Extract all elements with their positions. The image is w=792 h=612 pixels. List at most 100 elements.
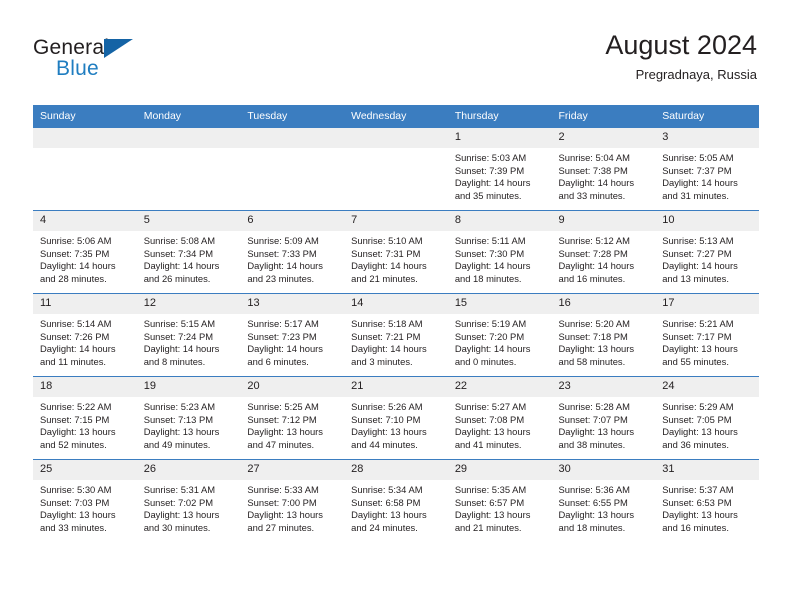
- calendar-day-cell[interactable]: 9 Sunrise: 5:12 AM Sunset: 7:28 PM Daylight…: [551, 210, 656, 294]
- calendar-day-cell[interactable]: 27 Sunrise: 5:33 AM Sunset: 7:00 PM Dayligh…: [240, 459, 345, 542]
- title-block: August 2024 Pregradnaya, Russia: [605, 28, 757, 85]
- calendar-day-cell[interactable]: 4 Sunrise: 5:06 AM Sunset: 7:35 PM Daylight…: [33, 210, 137, 294]
- calendar-day-cell[interactable]: 24 Sunrise: 5:29 AM Sunset: 7:05 PM Dayligh…: [655, 376, 759, 460]
- sunset-text: Sunset: 7:38 PM: [558, 164, 628, 176]
- sunset-text: Sunset: 7:03 PM: [40, 496, 110, 508]
- daylight-text-line2: and 6 minutes.: [247, 355, 309, 367]
- sunrise-text: Sunrise: 5:23 AM: [143, 401, 216, 412]
- sunrise-text: Sunrise: 5:19 AM: [454, 318, 527, 329]
- sunset-text: Sunset: 7:23 PM: [247, 330, 317, 342]
- calendar-day-cell-empty: [136, 127, 241, 211]
- calendar-day-cell[interactable]: 17 Sunrise: 5:21 AM Sunset: 7:17 PM Dayligh…: [655, 293, 759, 377]
- daylight-text-line1: Daylight: 13 hours: [662, 426, 738, 438]
- calendar-day-cell[interactable]: 21 Sunrise: 5:26 AM Sunset: 7:10 PM Dayligh…: [344, 376, 448, 460]
- sunrise-text: Sunrise: 5:27 AM: [454, 401, 527, 412]
- daylight-text-line2: and 27 minutes.: [247, 521, 315, 533]
- daylight-text-line1: Daylight: 14 hours: [247, 260, 323, 272]
- sunset-text: Sunset: 7:21 PM: [351, 330, 421, 342]
- calendar-day-cell[interactable]: 7 Sunrise: 5:10 AM Sunset: 7:31 PM Daylight…: [344, 210, 448, 294]
- day-details: Sunrise: 5:10 AM Sunset: 7:31 PM Daylight:…: [344, 231, 448, 285]
- calendar-day-cell[interactable]: 23 Sunrise: 5:28 AM Sunset: 7:07 PM Dayligh…: [551, 376, 656, 460]
- calendar-day-cell[interactable]: 14 Sunrise: 5:18 AM Sunset: 7:21 PM Dayligh…: [344, 293, 448, 377]
- calendar-week-row: 11 Sunrise: 5:14 AM Sunset: 7:26 PM Dayligh…: [33, 293, 759, 377]
- day-number: [136, 128, 241, 148]
- sunset-text: Sunset: 6:55 PM: [558, 496, 628, 508]
- calendar-day-cell[interactable]: 18 Sunrise: 5:22 AM Sunset: 7:15 PM Dayligh…: [33, 376, 137, 460]
- daylight-text-line2: and 24 minutes.: [351, 521, 418, 533]
- day-number: 6: [240, 211, 345, 231]
- sunrise-text: Sunrise: 5:26 AM: [351, 401, 423, 412]
- weekday-header-monday: Monday: [136, 105, 241, 128]
- day-number: 13: [240, 294, 345, 314]
- day-details: [137, 148, 241, 152]
- daylight-text-line1: Daylight: 14 hours: [351, 260, 427, 272]
- daylight-text-line1: Daylight: 14 hours: [558, 260, 635, 272]
- day-number: 29: [447, 460, 552, 480]
- daylight-text-line1: Daylight: 13 hours: [662, 509, 738, 521]
- sunrise-text: Sunrise: 5:21 AM: [662, 318, 734, 329]
- daylight-text-line1: Daylight: 13 hours: [247, 426, 323, 438]
- day-details: Sunrise: 5:28 AM Sunset: 7:07 PM Daylight:…: [552, 397, 656, 451]
- daylight-text-line2: and 33 minutes.: [40, 521, 107, 533]
- calendar-day-cell[interactable]: 26 Sunrise: 5:31 AM Sunset: 7:02 PM Dayligh…: [136, 459, 241, 542]
- sunrise-text: Sunrise: 5:25 AM: [247, 401, 319, 412]
- daylight-text-line1: Daylight: 13 hours: [143, 426, 220, 438]
- day-details: [240, 148, 344, 152]
- calendar-day-cell[interactable]: 12 Sunrise: 5:15 AM Sunset: 7:24 PM Dayligh…: [136, 293, 241, 377]
- calendar-day-cell[interactable]: 20 Sunrise: 5:25 AM Sunset: 7:12 PM Dayligh…: [240, 376, 345, 460]
- day-details: Sunrise: 5:29 AM Sunset: 7:05 PM Daylight:…: [655, 397, 759, 451]
- calendar-day-cell[interactable]: 30 Sunrise: 5:36 AM Sunset: 6:55 PM Dayligh…: [551, 459, 656, 542]
- calendar-day-cell[interactable]: 15 Sunrise: 5:19 AM Sunset: 7:20 PM Dayligh…: [447, 293, 552, 377]
- calendar-day-cell[interactable]: 5 Sunrise: 5:08 AM Sunset: 7:34 PM Daylight…: [136, 210, 241, 294]
- calendar-day-cell[interactable]: 19 Sunrise: 5:23 AM Sunset: 7:13 PM Dayligh…: [136, 376, 241, 460]
- calendar-day-cell[interactable]: 13 Sunrise: 5:17 AM Sunset: 7:23 PM Dayligh…: [240, 293, 345, 377]
- daylight-text-line1: Daylight: 13 hours: [40, 509, 116, 521]
- day-details: Sunrise: 5:31 AM Sunset: 7:02 PM Daylight:…: [137, 480, 241, 534]
- calendar-day-cell[interactable]: 29 Sunrise: 5:35 AM Sunset: 6:57 PM Dayligh…: [447, 459, 552, 542]
- calendar-day-cell[interactable]: 16 Sunrise: 5:20 AM Sunset: 7:18 PM Dayligh…: [551, 293, 656, 377]
- sunset-text: Sunset: 7:20 PM: [454, 330, 525, 342]
- weekday-header-wednesday: Wednesday: [344, 105, 448, 128]
- day-number: 24: [655, 377, 759, 397]
- daylight-text-line1: Daylight: 13 hours: [40, 426, 116, 438]
- sunset-text: Sunset: 7:15 PM: [40, 413, 110, 425]
- daylight-text-line1: Daylight: 13 hours: [247, 509, 323, 521]
- day-details: Sunrise: 5:21 AM Sunset: 7:17 PM Daylight:…: [655, 314, 759, 368]
- daylight-text-line2: and 28 minutes.: [40, 272, 107, 284]
- sunrise-text: Sunrise: 5:14 AM: [40, 318, 112, 329]
- sunset-text: Sunset: 7:10 PM: [351, 413, 421, 425]
- daylight-text-line1: Daylight: 14 hours: [454, 260, 531, 272]
- daylight-text-line2: and 13 minutes.: [662, 272, 729, 284]
- calendar-day-cell[interactable]: 3 Sunrise: 5:05 AM Sunset: 7:37 PM Daylight…: [655, 127, 759, 211]
- calendar-day-cell[interactable]: 6 Sunrise: 5:09 AM Sunset: 7:33 PM Daylight…: [240, 210, 345, 294]
- calendar-day-cell[interactable]: 10 Sunrise: 5:13 AM Sunset: 7:27 PM Dayligh…: [655, 210, 759, 294]
- daylight-text-line2: and 26 minutes.: [143, 272, 211, 284]
- calendar-day-cell[interactable]: 25 Sunrise: 5:30 AM Sunset: 7:03 PM Dayligh…: [33, 459, 137, 542]
- calendar-week-row: 25 Sunrise: 5:30 AM Sunset: 7:03 PM Dayligh…: [33, 459, 759, 542]
- day-number: 20: [240, 377, 345, 397]
- calendar-day-cell[interactable]: 22 Sunrise: 5:27 AM Sunset: 7:08 PM Dayligh…: [447, 376, 552, 460]
- sunrise-text: Sunrise: 5:13 AM: [662, 235, 734, 246]
- sunrise-text: Sunrise: 5:15 AM: [143, 318, 216, 329]
- daylight-text-line1: Daylight: 13 hours: [454, 426, 531, 438]
- sunset-text: Sunset: 7:26 PM: [40, 330, 110, 342]
- daylight-text-line1: Daylight: 13 hours: [558, 426, 635, 438]
- day-number: 23: [551, 377, 656, 397]
- calendar-day-cell[interactable]: 2 Sunrise: 5:04 AM Sunset: 7:38 PM Daylight…: [551, 127, 656, 211]
- calendar-day-cell[interactable]: 11 Sunrise: 5:14 AM Sunset: 7:26 PM Dayligh…: [33, 293, 137, 377]
- daylight-text-line2: and 49 minutes.: [143, 438, 211, 450]
- calendar-day-cell[interactable]: 8 Sunrise: 5:11 AM Sunset: 7:30 PM Daylight…: [447, 210, 552, 294]
- sunrise-text: Sunrise: 5:09 AM: [247, 235, 319, 246]
- sunset-text: Sunset: 7:24 PM: [143, 330, 214, 342]
- brand-logo[interactable]: General Blue: [33, 36, 213, 86]
- daylight-text-line2: and 16 minutes.: [558, 272, 626, 284]
- calendar-day-cell[interactable]: 1 Sunrise: 5:03 AM Sunset: 7:39 PM Daylight…: [447, 127, 552, 211]
- day-details: Sunrise: 5:14 AM Sunset: 7:26 PM Daylight:…: [33, 314, 137, 368]
- sunrise-text: Sunrise: 5:30 AM: [40, 484, 112, 495]
- calendar-day-cell[interactable]: 31 Sunrise: 5:37 AM Sunset: 6:53 PM Dayligh…: [655, 459, 759, 542]
- sunset-text: Sunset: 7:17 PM: [662, 330, 732, 342]
- calendar-week-row: 1 Sunrise: 5:03 AM Sunset: 7:39 PM Daylight…: [33, 127, 759, 211]
- sunset-text: Sunset: 7:12 PM: [247, 413, 317, 425]
- calendar-day-cell[interactable]: 28 Sunrise: 5:34 AM Sunset: 6:58 PM Dayligh…: [344, 459, 448, 542]
- calendar-week-row: 4 Sunrise: 5:06 AM Sunset: 7:35 PM Daylight…: [33, 210, 759, 294]
